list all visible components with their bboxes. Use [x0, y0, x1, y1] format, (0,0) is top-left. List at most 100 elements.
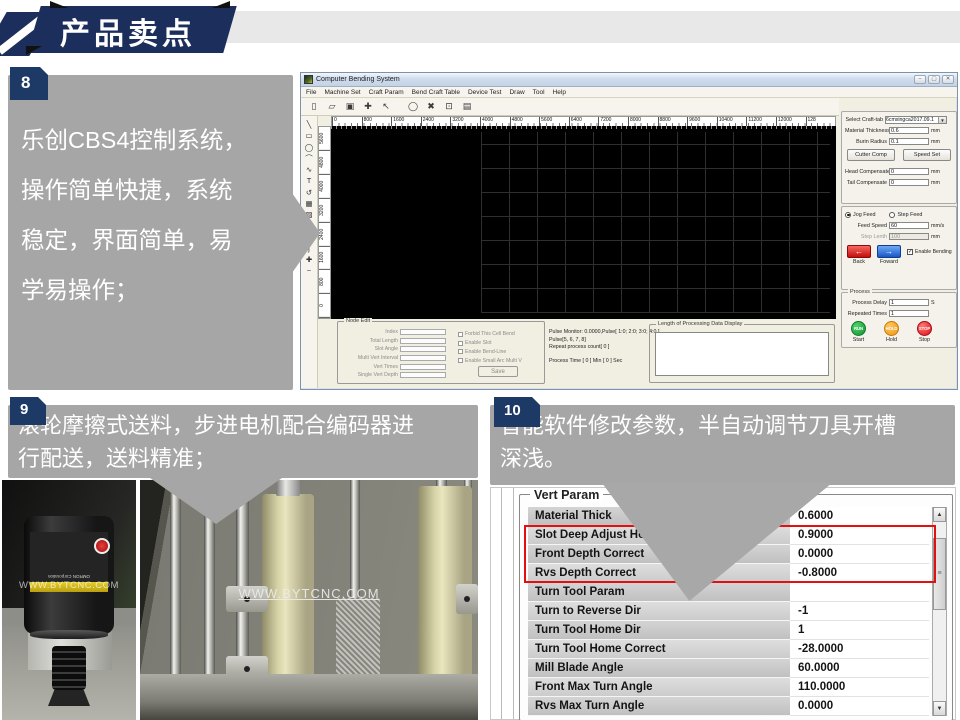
- enable-bending-option[interactable]: ✓ Enable Bending: [907, 249, 952, 255]
- toolbar: ▯ ▱ ▣ ✚ ↖ ◯ ✖ ⊡ ▤: [301, 98, 839, 116]
- rotate-tool-icon[interactable]: ↺: [306, 189, 312, 197]
- field-input[interactable]: [400, 338, 446, 344]
- menu-item[interactable]: Draw: [509, 89, 524, 96]
- menu-item[interactable]: Bend Craft Table: [412, 89, 460, 96]
- param-value-cell[interactable]: 60.0000: [790, 659, 929, 678]
- checkbox-option[interactable]: Enable Small Arc Multi V: [458, 356, 522, 365]
- field-input[interactable]: [400, 346, 446, 352]
- simulate-icon[interactable]: ◯: [407, 101, 419, 112]
- jog-feed-radio[interactable]: [845, 212, 851, 218]
- craft-tab-select[interactable]: 6cmxingca2017.09.1 ▼: [885, 116, 947, 124]
- speed-set-button[interactable]: Speed Set: [903, 149, 951, 161]
- stop-button[interactable]: STOP: [917, 321, 932, 336]
- param-input[interactable]: 0: [889, 168, 929, 175]
- param-value-cell[interactable]: 110.0000: [790, 678, 929, 697]
- arc-tool-icon[interactable]: ⌒: [305, 155, 313, 163]
- text-tool-icon[interactable]: T: [307, 177, 312, 185]
- menu-item[interactable]: Craft Param: [369, 89, 404, 96]
- table-row[interactable]: Front Max Turn Angle 110.0000: [528, 678, 929, 697]
- field-input[interactable]: [400, 329, 446, 335]
- close-button[interactable]: ✕: [942, 75, 954, 84]
- ruler-tick: 1600: [319, 246, 330, 270]
- param-value-cell[interactable]: 0.6000: [790, 507, 929, 526]
- step-lenth-unit: mm: [931, 234, 940, 240]
- param-value-cell[interactable]: 0.0000: [790, 697, 929, 716]
- param-unit: mm: [931, 128, 940, 134]
- param-value-cell[interactable]: [790, 583, 929, 602]
- forward-label: Foward: [877, 259, 901, 265]
- cbs-window: Computer Bending System –▢✕ File Machine …: [300, 72, 958, 390]
- open-folder-icon[interactable]: ▱: [326, 101, 338, 112]
- table-row[interactable]: Turn Tool Home Dir 1: [528, 621, 929, 640]
- field-input[interactable]: [400, 372, 446, 378]
- drawing-canvas[interactable]: [331, 126, 836, 319]
- move-icon[interactable]: ✚: [362, 101, 374, 112]
- table-row[interactable]: Turn Tool Param: [528, 583, 929, 602]
- param-input[interactable]: 0.6: [889, 127, 929, 134]
- param-input[interactable]: 0: [889, 179, 929, 186]
- section-10-textbox: 智能软件修改参数，半自动调节刀具开槽深浅。: [490, 405, 955, 485]
- cursor-icon[interactable]: ↖: [380, 101, 392, 112]
- table-row[interactable]: Rvs Max Turn Angle 0.0000: [528, 697, 929, 716]
- table-row[interactable]: Mill Blade Angle 60.0000: [528, 659, 929, 678]
- checkbox-icon[interactable]: ✓: [907, 249, 913, 255]
- ruler-tick: 3200: [319, 199, 330, 223]
- scroll-down-icon[interactable]: ▼: [933, 701, 946, 716]
- param-label: Tail Compensate: [845, 180, 887, 186]
- delete-icon[interactable]: ✖: [425, 101, 437, 112]
- param-input[interactable]: 0.1: [889, 138, 929, 145]
- step-feed-radio[interactable]: [889, 212, 895, 218]
- param-value-cell[interactable]: -1: [790, 602, 929, 621]
- table-row[interactable]: Turn Tool Home Correct -28.0000: [528, 640, 929, 659]
- panel-divider: [513, 488, 514, 719]
- grid-tool-icon[interactable]: ▦: [305, 200, 312, 208]
- rect-tool-icon[interactable]: ▭: [305, 132, 312, 140]
- field-input[interactable]: [400, 364, 446, 370]
- param-value-cell[interactable]: -28.0000: [790, 640, 929, 659]
- save-icon[interactable]: ▣: [344, 101, 356, 112]
- hold-button[interactable]: HOLD: [884, 321, 899, 336]
- param-name-cell: Turn Tool Home Correct: [528, 640, 790, 659]
- run-button[interactable]: RUN: [851, 321, 866, 336]
- field-label: Single Vert Depth: [340, 372, 400, 378]
- back-button[interactable]: ←: [847, 245, 871, 258]
- scroll-up-icon[interactable]: ▲: [933, 507, 946, 522]
- table-row[interactable]: Turn to Reverse Dir -1: [528, 602, 929, 621]
- report-icon[interactable]: ▤: [461, 101, 473, 112]
- length-display-list[interactable]: [655, 332, 829, 376]
- menu-item[interactable]: Device Test: [468, 89, 501, 96]
- process-delay-input[interactable]: 1: [889, 299, 929, 306]
- chevron-down-icon[interactable]: ▼: [938, 117, 946, 123]
- curve-tool-icon[interactable]: ∿: [306, 166, 312, 174]
- repeated-times-input[interactable]: 1: [889, 310, 929, 317]
- menu-item[interactable]: File: [306, 89, 316, 96]
- ellipse-tool-icon[interactable]: ◯: [305, 144, 313, 152]
- minimize-button[interactable]: –: [914, 75, 926, 84]
- stop-button-group: STOP Stop: [908, 321, 941, 343]
- menu-bar: File Machine Set Craft Param Bend Craft Tab…: [301, 87, 957, 98]
- menu-item[interactable]: Machine Set: [324, 89, 360, 96]
- start-button-group: RUN Start: [842, 321, 875, 343]
- checkbox-option[interactable]: Enable Bend-Line: [458, 348, 522, 357]
- checkbox-option[interactable]: Enable Slot: [458, 339, 522, 348]
- menu-item[interactable]: Tool: [533, 89, 545, 96]
- menu-item[interactable]: Help: [553, 89, 566, 96]
- zoom-out-icon[interactable]: −: [307, 267, 311, 275]
- maximize-button[interactable]: ▢: [928, 75, 940, 84]
- zoom-in-icon[interactable]: ✚: [306, 256, 312, 264]
- checkbox-icon: [458, 349, 463, 354]
- text-line: 滚轮摩擦式送料，步进电机配合编码器进: [18, 409, 478, 442]
- cutter-comp-button[interactable]: Cutter Comp: [847, 149, 895, 161]
- ruler-tick: 4000: [480, 117, 510, 126]
- title-bar[interactable]: Computer Bending System –▢✕: [301, 73, 957, 87]
- checkbox-option[interactable]: Forbid This Cell Bend: [458, 330, 522, 339]
- line-tool-icon[interactable]: ╲: [307, 121, 312, 129]
- new-file-icon[interactable]: ▯: [308, 101, 320, 112]
- field-input[interactable]: [400, 355, 446, 361]
- fit-view-icon[interactable]: ⊡: [443, 101, 455, 112]
- save-button[interactable]: Save: [478, 366, 518, 377]
- forward-button[interactable]: →: [877, 245, 901, 258]
- param-value-cell[interactable]: 1: [790, 621, 929, 640]
- feed-speed-input[interactable]: 60: [889, 222, 929, 229]
- ruler-tick: 8800: [658, 117, 688, 126]
